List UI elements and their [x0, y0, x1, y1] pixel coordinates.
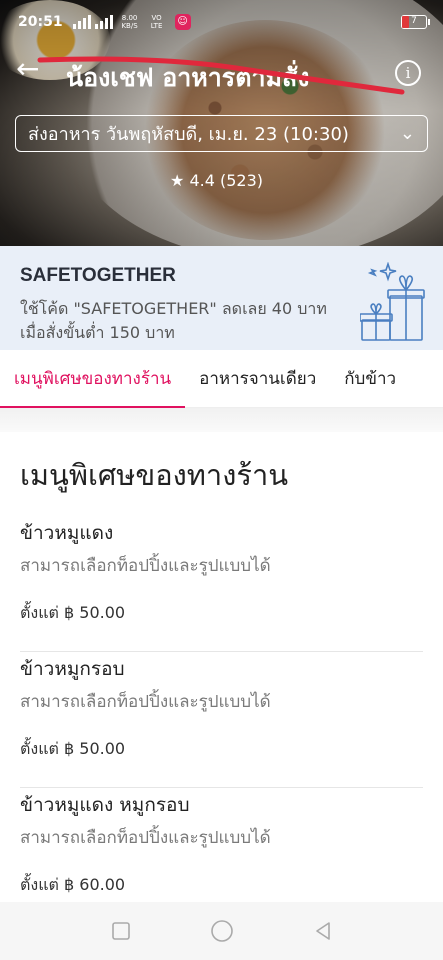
rating: ★ 4.4 (523): [170, 171, 263, 190]
strike-through-mark: [37, 56, 405, 95]
menu-item-price: ตั้งแต่ ฿ 50.00: [20, 603, 126, 622]
tab-single-dish[interactable]: อาหารจานเดียว: [185, 350, 330, 408]
gift-icon: [360, 262, 425, 341]
promo-code: SAFETOGETHER: [20, 265, 176, 286]
triangle-back-nav-icon[interactable]: [311, 919, 335, 943]
menu-item-price: ตั้งแต่ ฿ 60.00: [20, 875, 126, 894]
star-icon: ★: [170, 171, 185, 190]
app-notification-icon: ☺: [174, 14, 191, 30]
tab-special-menu[interactable]: เมนูพิเศษของทางร้าน: [0, 350, 186, 409]
schedule-label: ส่งอาหาร วันพฤหัสบดี, เม.ย. 23 (10:30): [28, 124, 349, 145]
menu-item[interactable]: ข้าวหมูกรอบ สามารถเลือกท็อปปิ้งและรูปแบบ…: [20, 652, 423, 788]
chevron-down-icon: ⌄: [399, 123, 415, 144]
category-tabs: เมนูพิเศษของทางร้าน อาหารจานเดียว กับข้า…: [0, 350, 443, 409]
network-speed: 8.00 KB/S: [121, 14, 138, 30]
menu-item-description: สามารถเลือกท็อปปิ้งและรูปแบบได้: [20, 556, 271, 576]
signal-icon-2: [94, 15, 113, 29]
menu-item-name: ข้าวหมูแดง: [20, 522, 114, 544]
tab-side-dishes[interactable]: กับข้าว: [330, 350, 410, 408]
system-navigation-bar: [0, 902, 443, 960]
menu-item-price: ตั้งแต่ ฿ 50.00: [20, 739, 126, 758]
carrier-label: VO LTE: [150, 14, 163, 30]
delivery-schedule-selector[interactable]: ส่งอาหาร วันพฤหัสบดี, เม.ย. 23 (10:30) ⌄: [15, 115, 428, 152]
info-icon[interactable]: i: [395, 60, 421, 86]
promo-description: ใช้โค้ด "SAFETOGETHER" ลดเลย 40 บาท เมื่…: [20, 299, 327, 342]
battery-icon: 7: [401, 15, 430, 29]
signal-icon: [72, 15, 91, 29]
menu-item-description: สามารถเลือกท็อปปิ้งและรูปแบบได้: [20, 692, 271, 712]
menu-item-name: ข้าวหมูกรอบ: [20, 658, 125, 680]
status-time: 20:51: [18, 14, 63, 30]
square-nav-icon[interactable]: [109, 919, 133, 943]
section-divider: [0, 408, 443, 432]
circle-nav-icon[interactable]: [210, 919, 234, 943]
menu-item-name: ข้าวหมูแดง หมูกรอบ: [20, 794, 190, 816]
status-bar: 20:51 8.00 KB/S VO LTE ☺ 7: [0, 0, 443, 44]
menu-item[interactable]: ข้าวหมูแดง สามารถเลือกท็อปปิ้งและรูปแบบไ…: [20, 516, 423, 652]
rating-value: 4.4 (523): [189, 171, 263, 190]
section-title: เมนูพิเศษของทางร้าน: [20, 458, 289, 492]
menu-item-description: สามารถเลือกท็อปปิ้งและรูปแบบได้: [20, 828, 271, 848]
